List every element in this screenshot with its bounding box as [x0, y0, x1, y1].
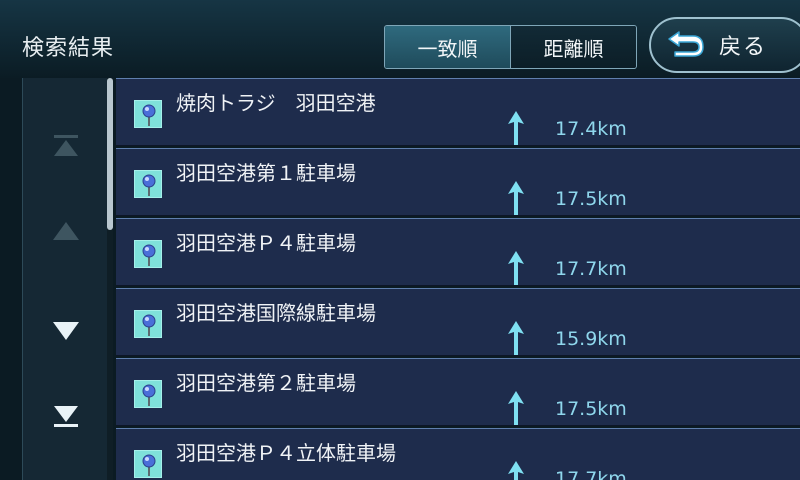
result-distance: 15.9km — [555, 328, 627, 350]
result-row[interactable]: 羽田空港Ｐ４駐車場 17.7km — [116, 218, 800, 286]
result-distance: 17.7km — [555, 258, 627, 280]
result-distance: 17.5km — [555, 398, 627, 420]
poi-pin-icon — [134, 310, 162, 338]
poi-pin-icon — [134, 170, 162, 198]
sort-by-distance-button[interactable]: 距離順 — [510, 26, 636, 68]
scroll-down-icon — [51, 316, 81, 350]
result-name: 羽田空港Ｐ４駐車場 — [176, 231, 356, 255]
list-scrollbar[interactable] — [107, 78, 113, 480]
result-name: 焼肉トラジ 羽田空港 — [176, 91, 376, 115]
result-distance: 17.7km — [555, 468, 627, 480]
scroll-up-button[interactable] — [23, 203, 109, 263]
poi-pin-icon — [134, 100, 162, 128]
back-label: 戻る — [719, 35, 768, 60]
direction-arrow-icon — [507, 461, 525, 480]
scroll-down-button[interactable] — [23, 303, 109, 363]
sort-toggle: 一致順 距離順 — [384, 25, 637, 69]
scroll-up-icon — [51, 216, 81, 250]
result-row[interactable]: 焼肉トラジ 羽田空港 17.4km — [116, 78, 800, 146]
scroll-to-top-icon — [51, 131, 81, 165]
scrollbar-thumb[interactable] — [107, 78, 113, 230]
scroll-to-top-button[interactable] — [23, 118, 109, 178]
result-name: 羽田空港国際線駐車場 — [176, 301, 376, 325]
poi-pin-icon — [134, 380, 162, 408]
result-row[interactable]: 羽田空港Ｐ４立体駐車場 17.7km — [116, 428, 800, 480]
result-row[interactable]: 羽田空港第２駐車場 17.5km — [116, 358, 800, 426]
direction-arrow-icon — [507, 321, 525, 355]
direction-arrow-icon — [507, 181, 525, 215]
back-arrow-icon — [665, 28, 707, 62]
result-name: 羽田空港第２駐車場 — [176, 371, 356, 395]
poi-pin-icon — [134, 450, 162, 478]
result-name: 羽田空港Ｐ４立体駐車場 — [176, 441, 396, 465]
scroll-sidebar — [22, 78, 108, 480]
page-title: 検索結果 — [22, 36, 115, 61]
back-button[interactable]: 戻る — [649, 17, 800, 73]
result-name: 羽田空港第１駐車場 — [176, 161, 356, 185]
scroll-to-bottom-button[interactable] — [23, 388, 109, 448]
direction-arrow-icon — [507, 391, 525, 425]
header-bar: 検索結果 一致順 距離順 戻る — [0, 0, 800, 78]
result-distance: 17.5km — [555, 188, 627, 210]
direction-arrow-icon — [507, 251, 525, 285]
scroll-to-bottom-icon — [51, 401, 81, 435]
direction-arrow-icon — [507, 111, 525, 145]
sort-by-match-button[interactable]: 一致順 — [385, 26, 510, 68]
result-row[interactable]: 羽田空港国際線駐車場 15.9km — [116, 288, 800, 356]
results-list: 焼肉トラジ 羽田空港 17.4km 羽田空港第１駐車場 17.5km 羽田空港Ｐ… — [116, 78, 800, 480]
poi-pin-icon — [134, 240, 162, 268]
result-row[interactable]: 羽田空港第１駐車場 17.5km — [116, 148, 800, 216]
result-distance: 17.4km — [555, 118, 627, 140]
